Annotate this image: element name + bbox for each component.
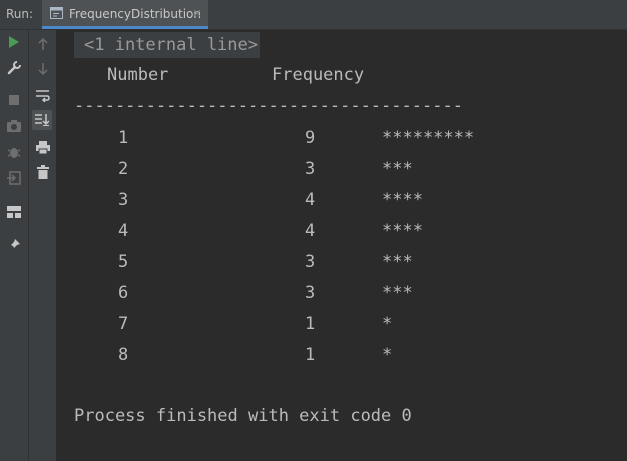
scroll-to-end-icon[interactable] (32, 110, 52, 130)
soft-wrap-icon[interactable] (33, 86, 53, 106)
print-icon[interactable] (33, 137, 53, 157)
header-number: Number (107, 65, 169, 85)
row-number: 5 (118, 252, 129, 272)
internal-line-fold[interactable]: <1 internal line> (74, 32, 260, 58)
row-frequency: 1 (305, 345, 316, 365)
row-frequency: 9 (305, 128, 316, 148)
wrench-icon[interactable] (4, 58, 24, 78)
console-icon (50, 7, 63, 19)
row-frequency: 4 (305, 190, 316, 210)
arrow-down-icon[interactable] (33, 59, 53, 79)
row-number: 6 (118, 283, 129, 303)
exit-message: Process finished with exit code 0 (74, 406, 412, 426)
row-number: 8 (118, 345, 129, 365)
tab-frequency-distribution[interactable]: FrequencyDistribution × (42, 0, 208, 29)
pin-icon[interactable] (4, 235, 24, 255)
row-stars: *** (382, 252, 413, 272)
login-icon[interactable] (4, 168, 24, 188)
row-frequency: 3 (305, 283, 316, 303)
row-stars: *** (382, 283, 413, 303)
header-frequency: Frequency (272, 65, 365, 85)
row-number: 3 (118, 190, 129, 210)
row-frequency: 4 (305, 221, 316, 241)
row-stars: * (382, 345, 393, 365)
layout-icon[interactable] (4, 202, 24, 222)
run-console-toolbar (29, 30, 57, 461)
row-frequency: 3 (305, 252, 316, 272)
trash-icon[interactable] (33, 162, 53, 182)
stop-icon[interactable] (4, 90, 24, 110)
run-left-toolbar (0, 30, 29, 461)
separator-line: -------------------------------------- (74, 96, 463, 116)
camera-icon[interactable] (4, 116, 24, 136)
row-number: 2 (118, 159, 129, 179)
console-output[interactable]: <1 internal line> Number Frequency -----… (58, 30, 627, 461)
arrow-up-icon[interactable] (33, 34, 53, 54)
debug-icon[interactable] (4, 142, 24, 162)
row-stars: * (382, 314, 393, 334)
run-icon[interactable] (4, 32, 24, 52)
row-number: 7 (118, 314, 129, 334)
run-label: Run: (6, 7, 34, 21)
row-stars: *** (382, 159, 413, 179)
close-icon[interactable]: × (192, 6, 202, 20)
row-number: 1 (118, 128, 129, 148)
row-frequency: 1 (305, 314, 316, 334)
row-stars: **** (382, 221, 423, 241)
row-stars: ********* (382, 128, 475, 148)
tab-title: FrequencyDistribution (69, 7, 201, 21)
row-frequency: 3 (305, 159, 316, 179)
run-tab-bar: Run: FrequencyDistribution × (0, 0, 627, 30)
row-stars: **** (382, 190, 423, 210)
row-number: 4 (118, 221, 129, 241)
